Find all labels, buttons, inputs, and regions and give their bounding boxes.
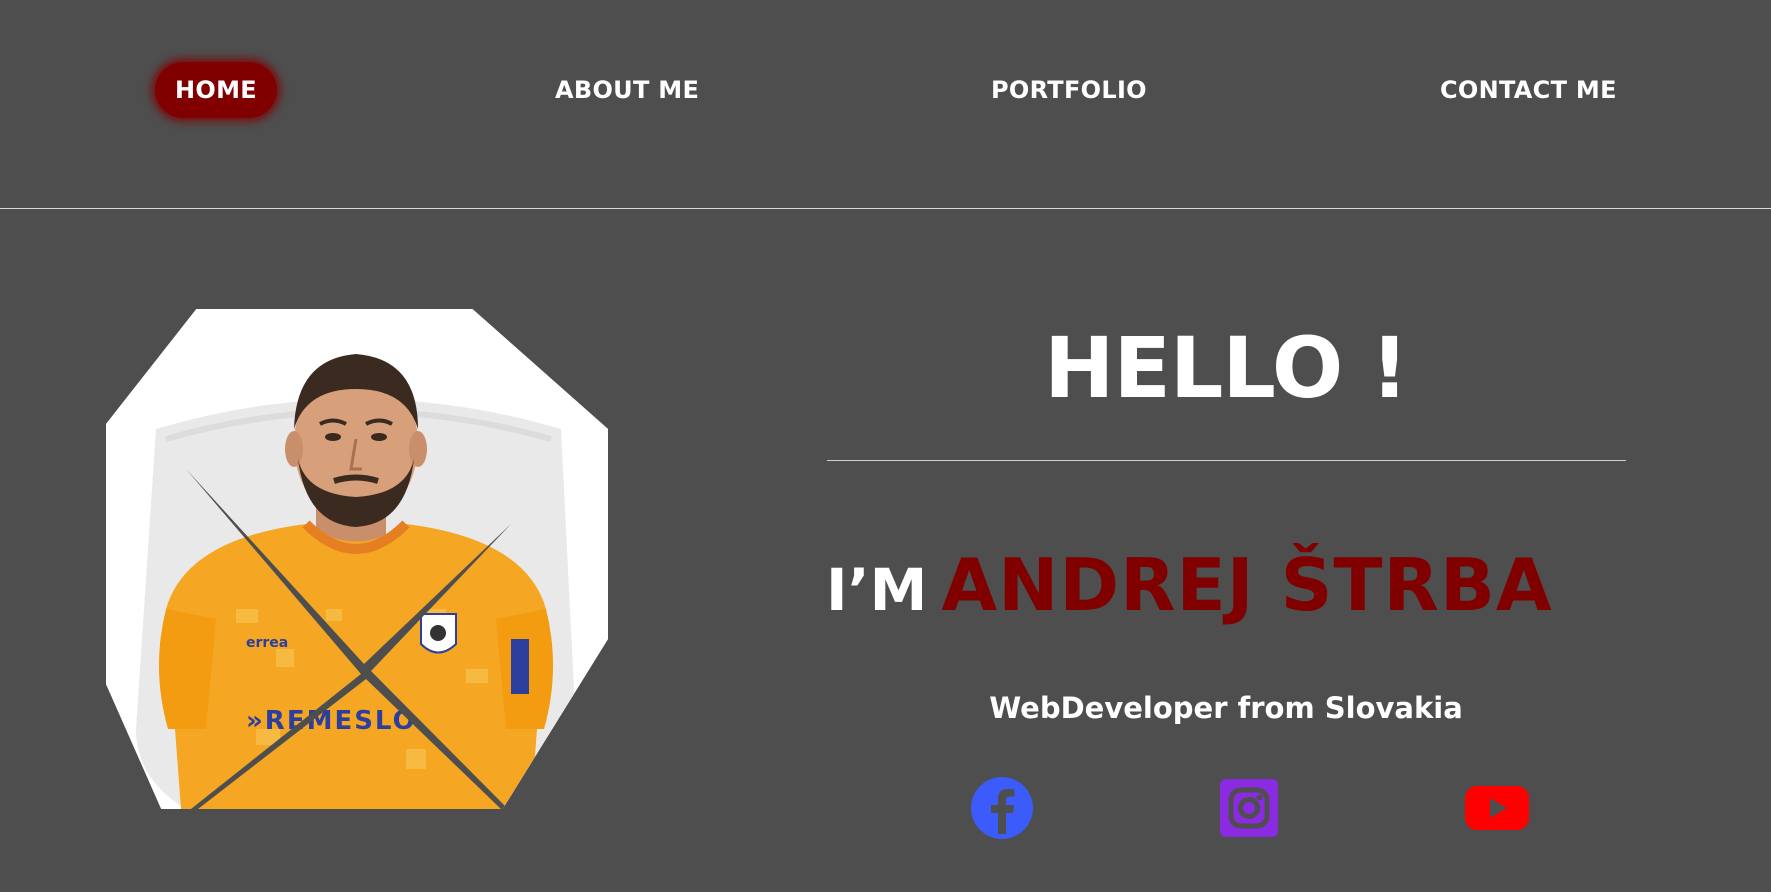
profile-photo: errea »REMESLO [106, 309, 608, 809]
nav-portfolio-link[interactable]: PORTFOLIO [991, 62, 1147, 118]
owner-name: ANDREJ ŠTRBA [941, 543, 1553, 627]
subtitle: WebDeveloper from Slovakia [989, 691, 1463, 725]
facebook-icon[interactable] [970, 776, 1034, 840]
main-nav: HOME ABOUT ME PORTFOLIO CONTACT ME [0, 0, 1771, 208]
nav-about-me-link[interactable]: ABOUT ME [555, 62, 699, 118]
youtube-icon[interactable] [1465, 776, 1529, 840]
page: HOME ABOUT ME PORTFOLIO CONTACT ME errea… [0, 0, 1771, 892]
profile-photo-illustration: errea »REMESLO [106, 309, 608, 809]
nav-contact-me-link[interactable]: CONTACT ME [1440, 62, 1617, 118]
intro-prefix: I’M [826, 556, 928, 624]
greeting-heading: HELLO ! [1044, 319, 1409, 417]
svg-text:errea: errea [246, 635, 288, 651]
nav-home-link[interactable]: HOME [155, 62, 277, 118]
hero-divider [827, 460, 1626, 461]
instagram-icon[interactable] [1217, 776, 1281, 840]
nav-divider [0, 208, 1771, 209]
svg-text:»REMESLO: »REMESLO [246, 706, 417, 736]
intro-line: I’M ANDREJ ŠTRBA [826, 540, 1646, 650]
